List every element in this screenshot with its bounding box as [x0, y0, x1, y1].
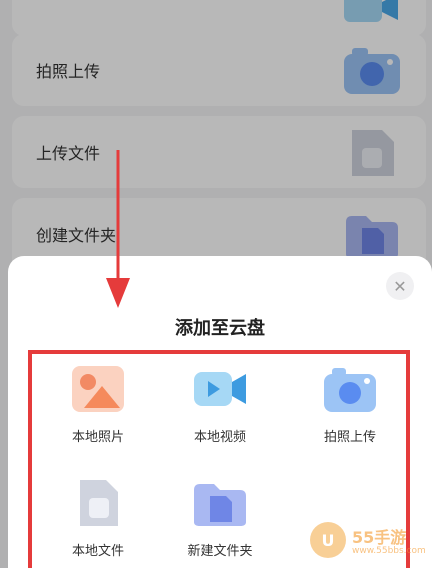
- close-icon: ✕: [393, 276, 407, 296]
- option-label: 本地照片: [71, 430, 124, 445]
- arrow-annotation: [98, 150, 138, 310]
- option-new-folder[interactable]: 新建文件夹: [160, 478, 280, 559]
- option-label: 本地文件: [71, 544, 124, 559]
- file-icon: [70, 478, 126, 528]
- folder-icon: [192, 478, 248, 528]
- option-local-video[interactable]: 本地视频: [160, 364, 280, 445]
- option-label: 本地视频: [193, 430, 246, 445]
- video-icon: [192, 364, 248, 414]
- sheet-title: 添加至云盘: [175, 318, 265, 339]
- option-camera-upload[interactable]: 拍照上传: [290, 364, 410, 445]
- photo-icon: [70, 364, 126, 414]
- option-local-photo[interactable]: 本地照片: [38, 364, 158, 445]
- option-local-file[interactable]: 本地文件: [38, 478, 158, 559]
- option-label: 拍照上传: [323, 430, 376, 445]
- watermark: U 55手游 www.55bbs.com: [310, 520, 430, 564]
- camera-icon: [322, 364, 378, 414]
- watermark-logo-icon: U: [310, 522, 346, 558]
- watermark-url: www.55bbs.com: [352, 546, 426, 556]
- option-label: 新建文件夹: [187, 544, 253, 559]
- close-button[interactable]: ✕: [386, 272, 414, 300]
- watermark-brand: 55手游: [352, 528, 407, 547]
